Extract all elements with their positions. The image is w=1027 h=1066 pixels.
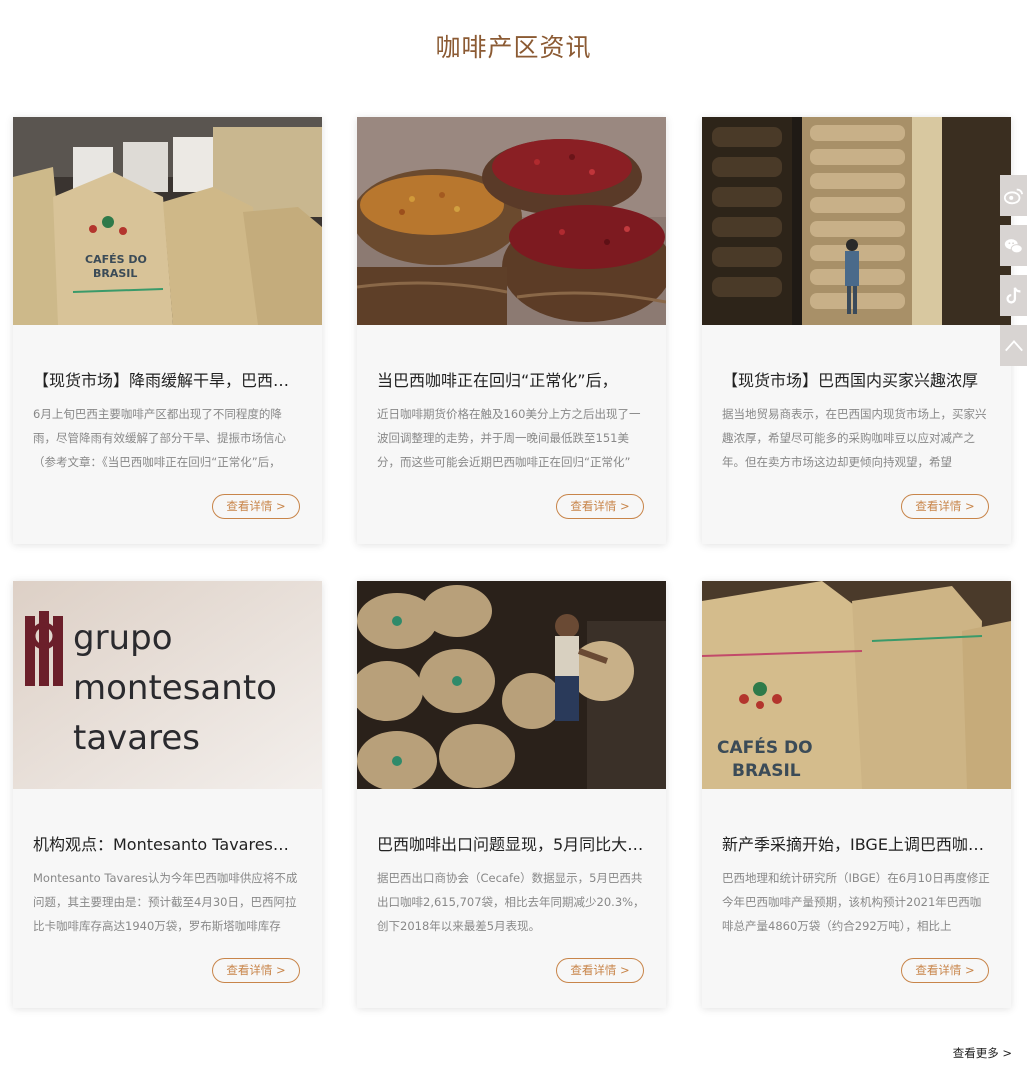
news-title[interactable]: 当巴西咖啡正在回归“正常化”后， bbox=[377, 367, 647, 391]
news-desc: 近日咖啡期货价格在触及160美分上方之后出现了一波回调整理的走势，并于周一晚间最… bbox=[377, 407, 641, 469]
sack-label-line2: BRASIL bbox=[732, 761, 801, 781]
douyin-icon bbox=[1005, 286, 1020, 304]
news-title[interactable]: 【现货市场】降雨缓解干旱，巴西咖啡现货市场信心回升 bbox=[33, 367, 303, 391]
news-title[interactable]: 新产季采摘开始，IBGE上调巴西咖啡产量预期 bbox=[722, 831, 992, 855]
logo-text-grupo: grupo bbox=[73, 618, 173, 658]
section-title: 咖啡产区资讯 bbox=[435, 33, 592, 62]
coffee-cherries-image bbox=[357, 117, 666, 325]
news-image[interactable] bbox=[357, 581, 666, 789]
news-image[interactable]: grupo montesanto tavares bbox=[13, 581, 322, 789]
weibo-button[interactable] bbox=[1000, 175, 1027, 216]
news-title[interactable]: 巴西咖啡出口问题显现，5月同比大幅下降 bbox=[377, 831, 647, 855]
news-title[interactable]: 机构观点：Montesanto Tavares认为巴西咖啡供应将不成问题 bbox=[33, 831, 303, 855]
douyin-button[interactable] bbox=[1000, 275, 1027, 316]
view-details-button[interactable]: 查看详情 > bbox=[901, 494, 989, 519]
news-desc: 巴西地理和统计研究所（IBGE）在6月10日再度修正今年巴西咖啡产量预期，该机构… bbox=[722, 871, 990, 933]
montesanto-logo-image: grupo montesanto tavares bbox=[13, 581, 322, 789]
news-card[interactable]: grupo montesanto tavares 机构观点：Montesanto… bbox=[13, 581, 322, 1008]
back-to-top-icon bbox=[1004, 339, 1023, 351]
cafes-do-brasil-image: CAFÉS DO BRASIL bbox=[702, 581, 1011, 789]
news-desc: Montesanto Tavares认为今年巴西咖啡供应将不成问题，其主要理由是… bbox=[33, 871, 298, 933]
view-details-button[interactable]: 查看详情 > bbox=[901, 958, 989, 983]
logo-text-tavares: tavares bbox=[73, 718, 200, 758]
weibo-icon bbox=[1003, 188, 1023, 204]
sack-label-line1: CAFÉS DO bbox=[85, 253, 147, 266]
view-details-button[interactable]: 查看详情 > bbox=[556, 494, 644, 519]
view-details-button[interactable]: 查看详情 > bbox=[212, 958, 300, 983]
news-desc: 6月上旬巴西主要咖啡产区都出现了不同程度的降雨，尽管降雨有效缓解了部分干旱、提振… bbox=[33, 407, 286, 469]
news-desc: 据当地贸易商表示，在巴西国内现货市场上，买家兴趣浓厚，希望尽可能多的采购咖啡豆以… bbox=[722, 407, 987, 469]
view-more-link[interactable]: 查看更多 > bbox=[953, 1045, 1012, 1061]
sack-label-line1: CAFÉS DO bbox=[717, 736, 813, 758]
news-image[interactable] bbox=[357, 117, 666, 325]
wechat-icon bbox=[1004, 238, 1023, 253]
news-card[interactable]: 【现货市场】巴西国内买家兴趣浓厚 据当地贸易商表示，在巴西国内现货市场上，买家兴… bbox=[702, 117, 1011, 544]
view-details-button[interactable]: 查看详情 > bbox=[212, 494, 300, 519]
coffee-sacks-image: CAFÉS DO BRASIL bbox=[13, 117, 322, 325]
news-image[interactable] bbox=[702, 117, 1011, 325]
news-image[interactable]: CAFÉS DO BRASIL bbox=[702, 581, 1011, 789]
wechat-button[interactable] bbox=[1000, 225, 1027, 266]
news-card[interactable]: CAFÉS DO BRASIL 新产季采摘开始，IBGE上调巴西咖啡产量预期 巴… bbox=[702, 581, 1011, 1008]
news-image[interactable]: CAFÉS DO BRASIL bbox=[13, 117, 322, 325]
back-to-top-button[interactable] bbox=[1000, 325, 1027, 366]
worker-sacks-image bbox=[357, 581, 666, 789]
sack-label-line2: BRASIL bbox=[93, 267, 137, 280]
warehouse-image bbox=[702, 117, 1011, 325]
side-toolbar bbox=[1000, 175, 1027, 375]
news-grid: CAFÉS DO BRASIL 【现货市场】降雨缓解干旱，巴西咖啡现货市场信心回… bbox=[13, 117, 1011, 1008]
news-card[interactable]: CAFÉS DO BRASIL 【现货市场】降雨缓解干旱，巴西咖啡现货市场信心回… bbox=[13, 117, 322, 544]
news-card[interactable]: 巴西咖啡出口问题显现，5月同比大幅下降 据巴西出口商协会（Cecafe）数据显示… bbox=[357, 581, 666, 1008]
view-details-button[interactable]: 查看详情 > bbox=[556, 958, 644, 983]
news-card[interactable]: 当巴西咖啡正在回归“正常化”后， 近日咖啡期货价格在触及160美分上方之后出现了… bbox=[357, 117, 666, 544]
news-desc: 据巴西出口商协会（Cecafe）数据显示，5月巴西共出口咖啡2,615,707袋… bbox=[377, 871, 645, 933]
logo-text-montesanto: montesanto bbox=[73, 668, 277, 708]
news-title[interactable]: 【现货市场】巴西国内买家兴趣浓厚 bbox=[722, 367, 992, 391]
